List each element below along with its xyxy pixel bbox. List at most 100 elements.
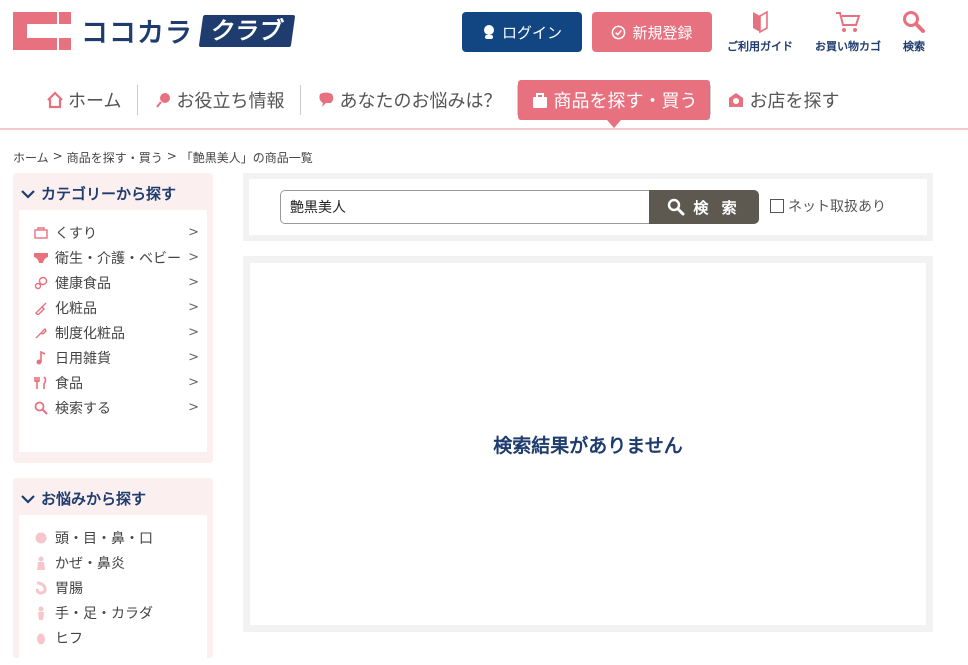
site-logo[interactable]: ココカラ クラブ bbox=[13, 11, 296, 50]
body-icon bbox=[33, 605, 49, 621]
music-note-icon bbox=[33, 350, 49, 366]
search-panel: 検 索 ネット取扱あり bbox=[243, 173, 933, 241]
search-input[interactable] bbox=[280, 190, 650, 224]
concern-title[interactable]: お悩みから探す bbox=[13, 478, 213, 515]
concern-item-cold[interactable]: かぜ・鼻炎 bbox=[33, 550, 199, 575]
nav-item-home[interactable]: ホーム bbox=[30, 80, 137, 120]
concern-item-body[interactable]: 手・足・カラダ bbox=[33, 600, 199, 625]
search-label: 検索 bbox=[903, 40, 925, 53]
guide-link[interactable]: ご利用ガイド bbox=[727, 10, 793, 54]
concern-sidebar: お悩みから探す 頭・目・鼻・口 かぜ・鼻炎 胃腸 手・足・カラダ ヒフ bbox=[13, 478, 213, 665]
category-item-food[interactable]: 食品 > bbox=[33, 370, 199, 395]
category-item-medicine[interactable]: くすり > bbox=[33, 220, 199, 245]
concern-item-stomach[interactable]: 胃腸 bbox=[33, 575, 199, 600]
login-label: ログイン bbox=[501, 23, 562, 42]
site-header: ココカラ クラブ ログイン 新規登録 ご利用ガイド お買い物カゴ 検索 ホーム … bbox=[0, 0, 968, 130]
chevron-right-icon: > bbox=[188, 275, 199, 290]
category-label: 健康食品 bbox=[55, 275, 111, 292]
nav-label-products: 商品を探す・買う bbox=[553, 91, 698, 112]
search-icon bbox=[903, 11, 925, 33]
brush-icon bbox=[33, 325, 49, 341]
category-label: 化粧品 bbox=[55, 300, 97, 317]
search-button[interactable]: 検 索 bbox=[649, 190, 759, 224]
results-area: 検索結果がありません bbox=[250, 263, 926, 625]
category-label: 衛生・介護・ベビー bbox=[55, 250, 181, 267]
chevron-right-icon: > bbox=[188, 400, 199, 415]
nav-label-stores: お店を探す bbox=[749, 91, 840, 112]
nav-item-products[interactable]: 商品を探す・買う bbox=[518, 80, 711, 128]
breadcrumb-products[interactable]: 商品を探す・買う bbox=[67, 149, 163, 166]
cart-link[interactable]: お買い物カゴ bbox=[815, 10, 881, 54]
lipstick-icon bbox=[33, 300, 49, 316]
chevron-right-icon: > bbox=[188, 350, 199, 365]
concern-label: 胃腸 bbox=[55, 580, 83, 597]
home-icon bbox=[47, 91, 63, 109]
category-label: くすり bbox=[55, 225, 97, 242]
concern-title-label: お悩みから探す bbox=[41, 490, 147, 508]
stomach-icon bbox=[33, 580, 49, 596]
category-item-cosmetics[interactable]: 化粧品 > bbox=[33, 295, 199, 320]
net-available-checkbox[interactable]: ネット取扱あり bbox=[770, 196, 886, 216]
checkbox-box[interactable] bbox=[770, 199, 784, 213]
search-icon bbox=[668, 198, 685, 216]
category-item-system-cosmetics[interactable]: 制度化粧品 > bbox=[33, 320, 199, 345]
supplement-icon bbox=[33, 275, 49, 291]
user-icon bbox=[483, 25, 494, 39]
cart-label: お買い物カゴ bbox=[815, 40, 881, 53]
search-icon bbox=[33, 400, 49, 416]
nav-label-home: ホーム bbox=[68, 91, 122, 112]
category-label: 食品 bbox=[55, 375, 83, 392]
nav-item-info[interactable]: お役立ち情報 bbox=[138, 80, 300, 120]
breadcrumb-separator: > bbox=[52, 149, 63, 163]
fork-knife-icon bbox=[33, 375, 49, 391]
store-icon bbox=[729, 93, 744, 107]
chevron-down-icon bbox=[21, 494, 35, 504]
diaper-icon bbox=[33, 250, 49, 266]
category-item-hygiene[interactable]: 衛生・介護・ベビー > bbox=[33, 245, 199, 270]
category-item-search[interactable]: 検索する > bbox=[33, 395, 199, 420]
concern-item-skin[interactable]: ヒフ bbox=[33, 625, 199, 650]
login-button[interactable]: ログイン bbox=[462, 12, 582, 52]
concern-label: 頭・目・鼻・口 bbox=[55, 530, 153, 547]
nav-label-info: お役立ち情報 bbox=[176, 91, 285, 112]
concern-label: ヒフ bbox=[55, 630, 83, 647]
header-search-link[interactable]: 検索 bbox=[902, 10, 926, 54]
search-button-label: 検 索 bbox=[693, 198, 741, 217]
register-button[interactable]: 新規登録 bbox=[592, 12, 712, 52]
category-title[interactable]: カテゴリーから探す bbox=[13, 173, 213, 210]
concern-label: 手・足・カラダ bbox=[55, 605, 153, 622]
main-nav: ホーム お役立ち情報 あなたのお悩みは？ 商品を探す・買う お店を探す bbox=[30, 80, 855, 128]
search-bar: 検 索 ネット取扱あり bbox=[249, 179, 927, 235]
breadcrumb-current: 「艶黒美人」の商品一覧 bbox=[180, 151, 313, 165]
medicine-box-icon bbox=[33, 225, 49, 241]
breadcrumb-home[interactable]: ホーム bbox=[13, 149, 49, 166]
category-item-daily-goods[interactable]: 日用雑貨 > bbox=[33, 345, 199, 370]
chevron-right-icon: > bbox=[188, 225, 199, 240]
skin-icon bbox=[33, 630, 49, 646]
breadcrumb: ホーム > 商品を探す・買う > 「艶黒美人」の商品一覧 bbox=[13, 149, 313, 166]
category-list: くすり > 衛生・介護・ベビー > 健康食品 > 化粧品 > 制度化粧品 > 日… bbox=[19, 210, 207, 452]
category-sidebar: カテゴリーから探す くすり > 衛生・介護・ベビー > 健康食品 > 化粧品 >… bbox=[13, 173, 213, 463]
guide-book-icon bbox=[753, 10, 768, 34]
nav-item-concerns[interactable]: あなたのお悩みは？ bbox=[301, 80, 517, 120]
category-title-label: カテゴリーから探す bbox=[41, 185, 177, 203]
nav-label-concerns: あなたのお悩みは？ bbox=[339, 91, 502, 112]
cart-icon bbox=[836, 12, 861, 32]
chevron-right-icon: > bbox=[188, 325, 199, 340]
nav-item-stores[interactable]: お店を探す bbox=[711, 80, 855, 120]
check-circle-icon bbox=[612, 25, 626, 39]
category-item-health-food[interactable]: 健康食品 > bbox=[33, 270, 199, 295]
concern-item-head[interactable]: 頭・目・鼻・口 bbox=[33, 525, 199, 550]
lightbulb-icon bbox=[156, 93, 171, 108]
net-available-label: ネット取扱あり bbox=[788, 199, 886, 215]
chevron-down-icon bbox=[21, 189, 35, 199]
results-panel: 検索結果がありません bbox=[243, 256, 933, 632]
logo-text: ココカラ bbox=[81, 18, 193, 49]
chevron-right-icon: > bbox=[188, 375, 199, 390]
category-label: 日用雑貨 bbox=[55, 350, 111, 367]
shopping-bag-icon bbox=[533, 93, 548, 108]
speech-bubble-icon bbox=[319, 92, 334, 107]
body-icon bbox=[33, 555, 49, 571]
chevron-right-icon: > bbox=[188, 250, 199, 265]
category-label: 検索する bbox=[55, 400, 111, 417]
